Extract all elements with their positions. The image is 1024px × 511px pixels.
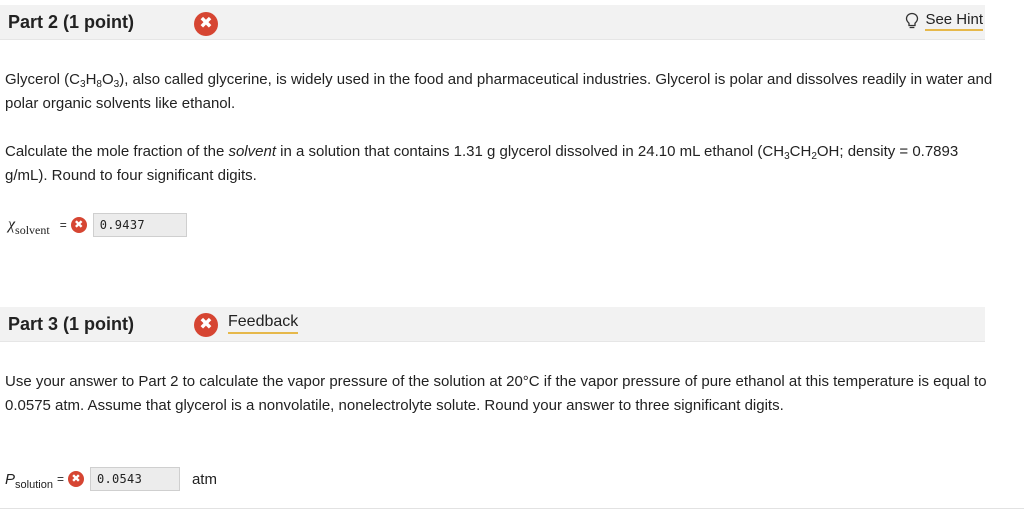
mole-fraction-symbol: χsolvent (8, 216, 50, 237)
part2-title: Part 2 (1 point) (8, 12, 135, 32)
mole-fraction-input[interactable]: 0.9437 (92, 213, 187, 237)
part2-question-text: Calculate the mole fraction of the solve… (5, 143, 959, 184)
see-hint-link[interactable]: See Hint (905, 11, 983, 31)
part3-question-text: Use your answer to Part 2 to calculate t… (5, 373, 987, 414)
see-hint-label: See Hint (925, 11, 983, 31)
lightbulb-icon (906, 12, 919, 29)
part3-incorrect-icon: ✖ (194, 313, 218, 337)
equals-sign: = (56, 472, 64, 486)
part2-header: Part 2 (1 point) ✖ See Hint (0, 5, 985, 40)
equals-sign: = (59, 218, 67, 232)
incorrect-answer-icon: ✖ (70, 217, 87, 233)
part3-header: Part 3 (1 point) ✖ Feedback (0, 307, 985, 342)
part2-answer-row: χsolvent = ✖ 0.9437 (8, 213, 187, 237)
divider (0, 508, 1024, 509)
feedback-link[interactable]: Feedback (228, 313, 299, 334)
incorrect-answer-icon: ✖ (67, 471, 84, 487)
part3-title: Part 3 (1 point) (8, 314, 135, 334)
part2-intro-text: Glycerol (C3H8O3), also called glycerine… (5, 71, 993, 112)
vapor-pressure-input[interactable]: 0.0543 (89, 467, 180, 491)
part3-answer-row: Psolution = ✖ 0.0543 atm (5, 467, 217, 491)
part2-incorrect-icon: ✖ (194, 12, 218, 36)
unit-label: atm (191, 470, 217, 488)
pressure-symbol: Psolution (5, 470, 53, 491)
